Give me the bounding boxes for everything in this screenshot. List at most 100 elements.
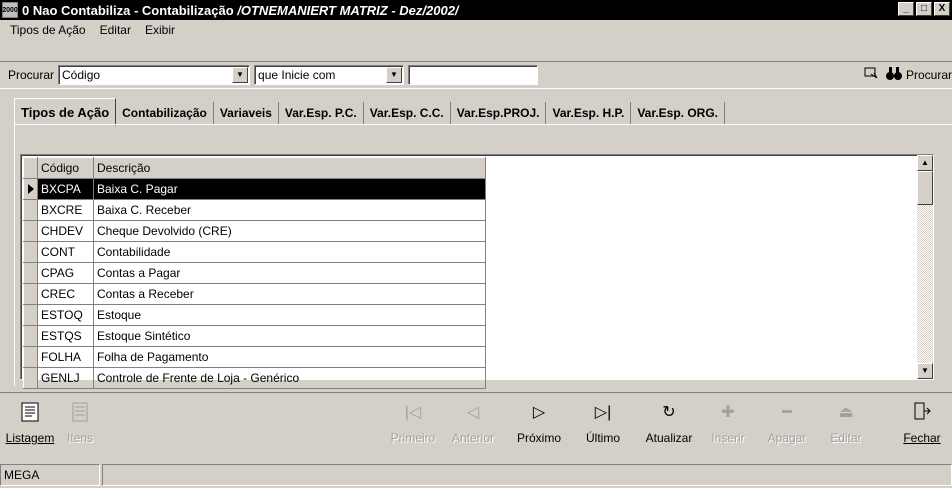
- table-row[interactable]: BXCPA Baixa C. Pagar: [23, 178, 486, 200]
- tab-contabilizacao[interactable]: Contabilização: [116, 102, 214, 124]
- previous-record-icon: ◁: [466, 404, 480, 421]
- scroll-thumb[interactable]: [917, 171, 933, 205]
- status-bar: MEGA: [0, 462, 952, 488]
- column-header-codigo[interactable]: Código: [37, 157, 94, 179]
- apagar-button[interactable]: ━ Apagar: [764, 401, 810, 445]
- cell-descricao[interactable]: Baixa C. Pagar: [93, 178, 486, 200]
- cell-codigo[interactable]: GENLJ: [37, 367, 94, 389]
- close-button[interactable]: X: [934, 2, 950, 16]
- menu-editar[interactable]: Editar: [93, 23, 138, 37]
- row-indicator[interactable]: [23, 367, 38, 389]
- primeiro-button[interactable]: |◁ Primeiro: [388, 401, 438, 445]
- table-row[interactable]: CONT Contabilidade: [23, 241, 486, 263]
- menu-tipos-de-acao[interactable]: Tipos de Ação: [0, 23, 93, 37]
- row-indicator[interactable]: [23, 346, 38, 368]
- title-plain: 0 Nao Contabiliza - Contabilização: [22, 2, 234, 18]
- row-indicator[interactable]: [23, 241, 38, 263]
- cell-descricao[interactable]: Cheque Devolvido (CRE): [93, 220, 486, 242]
- cell-codigo[interactable]: CPAG: [37, 262, 94, 284]
- table-row[interactable]: FOLHA Folha de Pagamento: [23, 346, 486, 368]
- cell-descricao[interactable]: Contabilidade: [93, 241, 486, 263]
- cell-codigo[interactable]: BXCRE: [37, 199, 94, 221]
- scroll-down-button[interactable]: ▼: [917, 363, 933, 379]
- tab-var-esp-cc[interactable]: Var.Esp. C.C.: [364, 102, 451, 124]
- itens-label: Itens: [66, 431, 93, 445]
- table-row[interactable]: CHDEV Cheque Devolvido (CRE): [23, 220, 486, 242]
- tab-tipos-de-acao[interactable]: Tipos de Ação: [14, 98, 117, 126]
- search-field-value: Código: [62, 68, 101, 82]
- column-header-descricao[interactable]: Descrição: [93, 157, 486, 179]
- binoculars-icon: [885, 65, 903, 84]
- grid-indicator-header: [23, 157, 38, 179]
- ultimo-button[interactable]: ▷| Último: [580, 401, 626, 445]
- row-indicator[interactable]: [23, 325, 38, 347]
- inserir-button[interactable]: ✚ Inserir: [706, 401, 750, 445]
- table-row[interactable]: CREC Contas a Receber: [23, 283, 486, 305]
- delete-icon: ━: [782, 404, 792, 421]
- row-pointer-icon: [28, 184, 34, 194]
- search-bar: Procurar Código ▼ que Inicie com ▼ Procu…: [0, 61, 952, 89]
- search-button[interactable]: Procurar: [885, 65, 952, 84]
- tab-var-esp-hp[interactable]: Var.Esp. H.P.: [546, 102, 632, 124]
- edit-icon: ⏏: [838, 404, 854, 421]
- vertical-scrollbar[interactable]: ▲ ▼: [917, 155, 933, 379]
- row-indicator[interactable]: [23, 262, 38, 284]
- cell-codigo[interactable]: CONT: [37, 241, 94, 263]
- fechar-button[interactable]: Fechar: [896, 401, 948, 445]
- door-exit-icon: [896, 401, 948, 425]
- cell-descricao[interactable]: Contas a Receber: [93, 283, 486, 305]
- cell-codigo[interactable]: CHDEV: [37, 220, 94, 242]
- cell-descricao[interactable]: Controle de Frente de Loja - Genérico: [93, 367, 486, 389]
- editar-label: Editar: [830, 431, 862, 445]
- listagem-button[interactable]: Listagem: [4, 401, 56, 445]
- tab-var-esp-pc[interactable]: Var.Esp. P.C.: [279, 102, 364, 124]
- row-indicator[interactable]: [23, 283, 38, 305]
- last-record-icon: ▷|: [594, 404, 612, 421]
- row-indicator[interactable]: [23, 178, 38, 200]
- cell-codigo[interactable]: BXCPA: [37, 178, 94, 200]
- search-input[interactable]: [408, 65, 539, 85]
- table-row[interactable]: ESTOQ Estoque: [23, 304, 486, 326]
- search-label: Procurar: [8, 68, 55, 82]
- cell-descricao[interactable]: Estoque Sintético: [93, 325, 486, 347]
- table-row[interactable]: BXCRE Baixa C. Receber: [23, 199, 486, 221]
- atualizar-button[interactable]: ↻ Atualizar: [638, 401, 700, 445]
- proximo-button[interactable]: ▷ Próximo: [512, 401, 566, 445]
- tab-strip: Tipos de Ação Contabilização Variaveis V…: [14, 96, 726, 126]
- search-mode-select[interactable]: que Inicie com ▼: [254, 65, 405, 85]
- tab-var-esp-org[interactable]: Var.Esp. ORG.: [631, 102, 726, 124]
- first-record-icon: |◁: [404, 404, 422, 421]
- anterior-button[interactable]: ◁ Anterior: [448, 401, 498, 445]
- status-cell-message: [102, 464, 952, 486]
- minimize-button[interactable]: _: [898, 2, 914, 16]
- search-button-label: Procurar: [905, 67, 952, 82]
- title-italic: /OTNEMANIERT MATRIZ - Dez/2002/: [237, 2, 459, 18]
- cell-descricao[interactable]: Baixa C. Receber: [93, 199, 486, 221]
- cell-codigo[interactable]: CREC: [37, 283, 94, 305]
- cell-descricao[interactable]: Estoque: [93, 304, 486, 326]
- row-indicator[interactable]: [23, 199, 38, 221]
- cell-codigo[interactable]: ESTOQ: [37, 304, 94, 326]
- data-grid[interactable]: Código Descrição BXCPA Baixa C. Pagar BX…: [20, 154, 934, 389]
- tab-variaveis[interactable]: Variaveis: [214, 102, 279, 124]
- chevron-down-icon[interactable]: ▼: [232, 67, 249, 83]
- scroll-up-button[interactable]: ▲: [917, 155, 933, 171]
- itens-button[interactable]: Itens: [60, 401, 100, 445]
- cell-codigo[interactable]: ESTQS: [37, 325, 94, 347]
- filter-icon[interactable]: [863, 65, 879, 84]
- chevron-down-icon[interactable]: ▼: [386, 67, 403, 83]
- table-row[interactable]: GENLJ Controle de Frente de Loja - Genér…: [23, 367, 486, 389]
- row-indicator[interactable]: [23, 220, 38, 242]
- table-row[interactable]: ESTQS Estoque Sintético: [23, 325, 486, 347]
- cell-descricao[interactable]: Folha de Pagamento: [93, 346, 486, 368]
- row-indicator[interactable]: [23, 304, 38, 326]
- refresh-icon: ↻: [662, 404, 676, 421]
- editar-button[interactable]: ⏏ Editar: [824, 401, 868, 445]
- maximize-button[interactable]: □: [916, 2, 932, 16]
- tab-var-esp-proj[interactable]: Var.Esp.PROJ.: [451, 102, 547, 124]
- cell-descricao[interactable]: Contas a Pagar: [93, 262, 486, 284]
- search-field-select[interactable]: Código ▼: [58, 65, 251, 85]
- table-row[interactable]: CPAG Contas a Pagar: [23, 262, 486, 284]
- menu-exibir[interactable]: Exibir: [138, 23, 182, 37]
- cell-codigo[interactable]: FOLHA: [37, 346, 94, 368]
